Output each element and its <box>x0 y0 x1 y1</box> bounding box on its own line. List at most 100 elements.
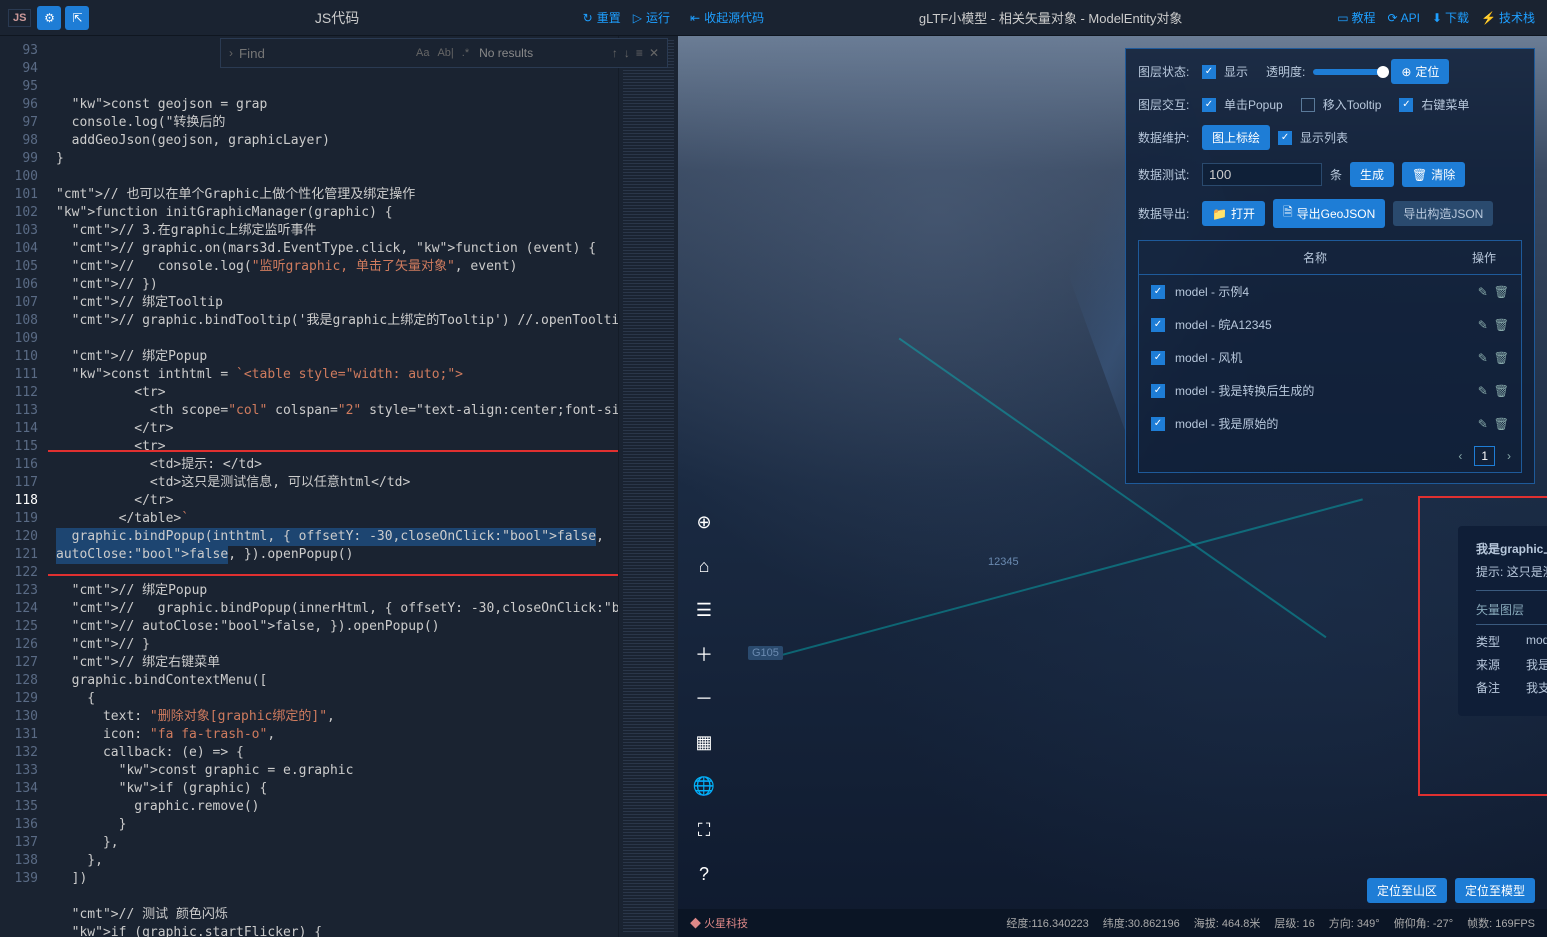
popup-hint-label: 提示: <box>1476 565 1503 579</box>
item-name: model - 我是原始的 <box>1175 415 1468 432</box>
find-next-icon[interactable]: ↓ <box>624 46 630 60</box>
export-json-button[interactable]: 导出构造JSON <box>1393 201 1493 226</box>
clear-button[interactable]: 🗑 清除 <box>1402 162 1465 187</box>
label-interact: 图层交互: <box>1138 96 1194 113</box>
find-prev-icon[interactable]: ↑ <box>612 46 618 60</box>
control-panel: 图层状态: ✓ 显示 透明度: ⊕ 定位 图层交互: ✓ 单击Popup 移入T… <box>1125 48 1535 484</box>
locate-model-button[interactable]: 定位至模型 <box>1455 878 1535 903</box>
popout-icon[interactable]: ⇱ <box>65 6 89 30</box>
left-title: JS代码 <box>91 8 582 28</box>
code-body[interactable]: "kw">const geojson = grap console.log("转… <box>48 36 618 937</box>
find-results: No results <box>479 46 533 60</box>
code-editor[interactable]: 9394959697989910010110210310410510610710… <box>0 36 678 937</box>
status-bar: ◆ 火星科技 经度:116.340223 纬度:30.862196 海拔: 46… <box>678 909 1547 937</box>
list-item[interactable]: ✓ model - 风机 ✎ 🗑 <box>1139 341 1521 374</box>
list-item[interactable]: ✓model - 皖A12345✎🗑 <box>1139 308 1521 341</box>
right-header: ⇤ 收起源代码 gLTF小模型 - 相关矢量对象 - ModelEntity对象… <box>678 0 1547 36</box>
label-test: 数据测试: <box>1138 166 1194 183</box>
find-chevron-icon[interactable]: › <box>229 46 233 60</box>
delete-icon[interactable]: 🗑 <box>1494 351 1509 365</box>
settings-icon[interactable]: ⚙ <box>37 6 61 30</box>
link-download[interactable]: ⬇ 下载 <box>1432 9 1469 26</box>
checkbox-click-popup[interactable]: ✓ <box>1202 98 1216 112</box>
globe-icon[interactable]: 🌐 <box>688 770 720 802</box>
stat-pitch: 俯仰角: -27° <box>1394 915 1453 931</box>
code-pane: JS ⚙ ⇱ JS代码 ↻ 重置 ▷ 运行 › Aa Ab| .* No res… <box>0 0 678 937</box>
edit-icon[interactable]: ✎ <box>1478 285 1488 299</box>
link-tutorial[interactable]: ▭ 教程 <box>1337 9 1375 26</box>
plate-label: 12345 <box>988 556 1019 568</box>
left-header: JS ⚙ ⇱ JS代码 ↻ 重置 ▷ 运行 <box>0 0 678 36</box>
item-name: model - 风机 <box>1175 349 1468 366</box>
stat-alt: 海拔: 464.8米 <box>1194 915 1261 931</box>
checkbox-context-menu[interactable]: ✓ <box>1399 98 1413 112</box>
find-filter-icon[interactable]: ≡ <box>636 46 643 60</box>
home-icon[interactable]: ⌂ <box>688 550 720 582</box>
generate-button[interactable]: 生成 <box>1350 162 1394 187</box>
delete-icon[interactable]: 🗑 <box>1494 318 1509 332</box>
label-show-list: 显示列表 <box>1300 129 1348 146</box>
locate-mountain-button[interactable]: 定位至山区 <box>1367 878 1447 903</box>
find-close-icon[interactable]: ✕ <box>649 46 659 60</box>
delete-icon[interactable]: 🗑 <box>1494 417 1509 431</box>
edit-icon[interactable]: ✎ <box>1478 318 1488 332</box>
edit-icon[interactable]: ✎ <box>1478 417 1488 431</box>
compass-icon[interactable]: ⊕ <box>688 506 720 538</box>
page-prev[interactable]: ‹ <box>1452 447 1468 465</box>
reset-button[interactable]: ↻ 重置 <box>583 9 621 26</box>
label-show: 显示 <box>1224 63 1248 80</box>
opacity-slider[interactable] <box>1313 69 1383 75</box>
label-layer-state: 图层状态: <box>1138 63 1194 80</box>
label-opacity: 透明度: <box>1266 63 1305 80</box>
map-canvas[interactable]: 12345 G105 图层状态: ✓ 显示 透明度: ⊕ 定位 图层交互: ✓ … <box>678 36 1547 937</box>
item-checkbox[interactable]: ✓ <box>1151 318 1165 332</box>
link-api[interactable]: ⟳ API <box>1388 9 1420 26</box>
minus-icon[interactable]: － <box>688 682 720 714</box>
fullscreen-icon[interactable]: ⛶ <box>688 814 720 846</box>
page-next[interactable]: › <box>1501 447 1517 465</box>
popup-note-label: 备注 <box>1476 679 1526 696</box>
list-item[interactable]: ✓ model - 我是原始的 ✎ 🗑 <box>1139 407 1521 440</box>
link-tech[interactable]: ⚡ 技术栈 <box>1481 9 1535 26</box>
popup-type: model <box>1526 633 1547 650</box>
edit-icon[interactable]: ✎ <box>1478 351 1488 365</box>
basemap-icon[interactable]: ▦ <box>688 726 720 758</box>
stat-heading: 方向: 349° <box>1329 915 1380 931</box>
collapse-source-button[interactable]: ⇤ 收起源代码 <box>690 9 764 26</box>
open-button[interactable]: 📁 打开 <box>1202 201 1265 226</box>
item-checkbox[interactable]: ✓ <box>1151 384 1165 398</box>
edit-icon[interactable]: ✎ <box>1478 384 1488 398</box>
list-item[interactable]: ✓model - 我是转换后生成的✎🗑 <box>1139 374 1521 407</box>
checkbox-hover-tooltip[interactable] <box>1301 98 1315 112</box>
checkbox-show[interactable]: ✓ <box>1202 65 1216 79</box>
find-bar: › Aa Ab| .* No results ↑ ↓ ≡ ✕ <box>220 38 668 68</box>
item-checkbox[interactable]: ✓ <box>1151 417 1165 431</box>
run-button[interactable]: ▷ 运行 <box>633 9 670 26</box>
minimap[interactable] <box>618 36 678 937</box>
popup-section: 矢量图层 <box>1476 601 1547 625</box>
item-list: 名称 操作 ✓model - 示例4✎🗑✓model - 皖A12345✎🗑✓m… <box>1138 240 1522 473</box>
item-checkbox[interactable]: ✓ <box>1151 351 1165 365</box>
draw-button[interactable]: 图上标绘 <box>1202 125 1270 150</box>
delete-icon[interactable]: 🗑 <box>1494 285 1509 299</box>
label-maintain: 数据维护: <box>1138 129 1194 146</box>
layers-icon[interactable]: ☰ <box>688 594 720 626</box>
item-checkbox[interactable]: ✓ <box>1151 285 1165 299</box>
list-item[interactable]: ✓model - 示例4✎🗑 <box>1139 275 1521 308</box>
locate-button[interactable]: ⊕ 定位 <box>1391 59 1449 84</box>
count-input[interactable] <box>1202 163 1322 186</box>
route-badge: G105 <box>748 646 783 660</box>
checkbox-show-list[interactable]: ✓ <box>1278 131 1292 145</box>
find-regex-toggle[interactable]: .* <box>462 47 469 59</box>
delete-icon[interactable]: 🗑 <box>1494 384 1509 398</box>
label-context-menu: 右键菜单 <box>1421 96 1469 113</box>
find-input[interactable] <box>239 46 416 61</box>
col-name: 名称 <box>1151 249 1459 266</box>
export-geojson-button[interactable]: 🗎 导出GeoJSON <box>1273 199 1385 228</box>
find-case-toggle[interactable]: Aa <box>416 47 429 59</box>
find-word-toggle[interactable]: Ab| <box>437 47 453 59</box>
logo-text: ◆ 火星科技 <box>690 915 748 931</box>
help-icon[interactable]: ? <box>688 858 720 890</box>
add-icon[interactable]: ＋ <box>688 638 720 670</box>
page-current[interactable]: 1 <box>1474 446 1495 466</box>
